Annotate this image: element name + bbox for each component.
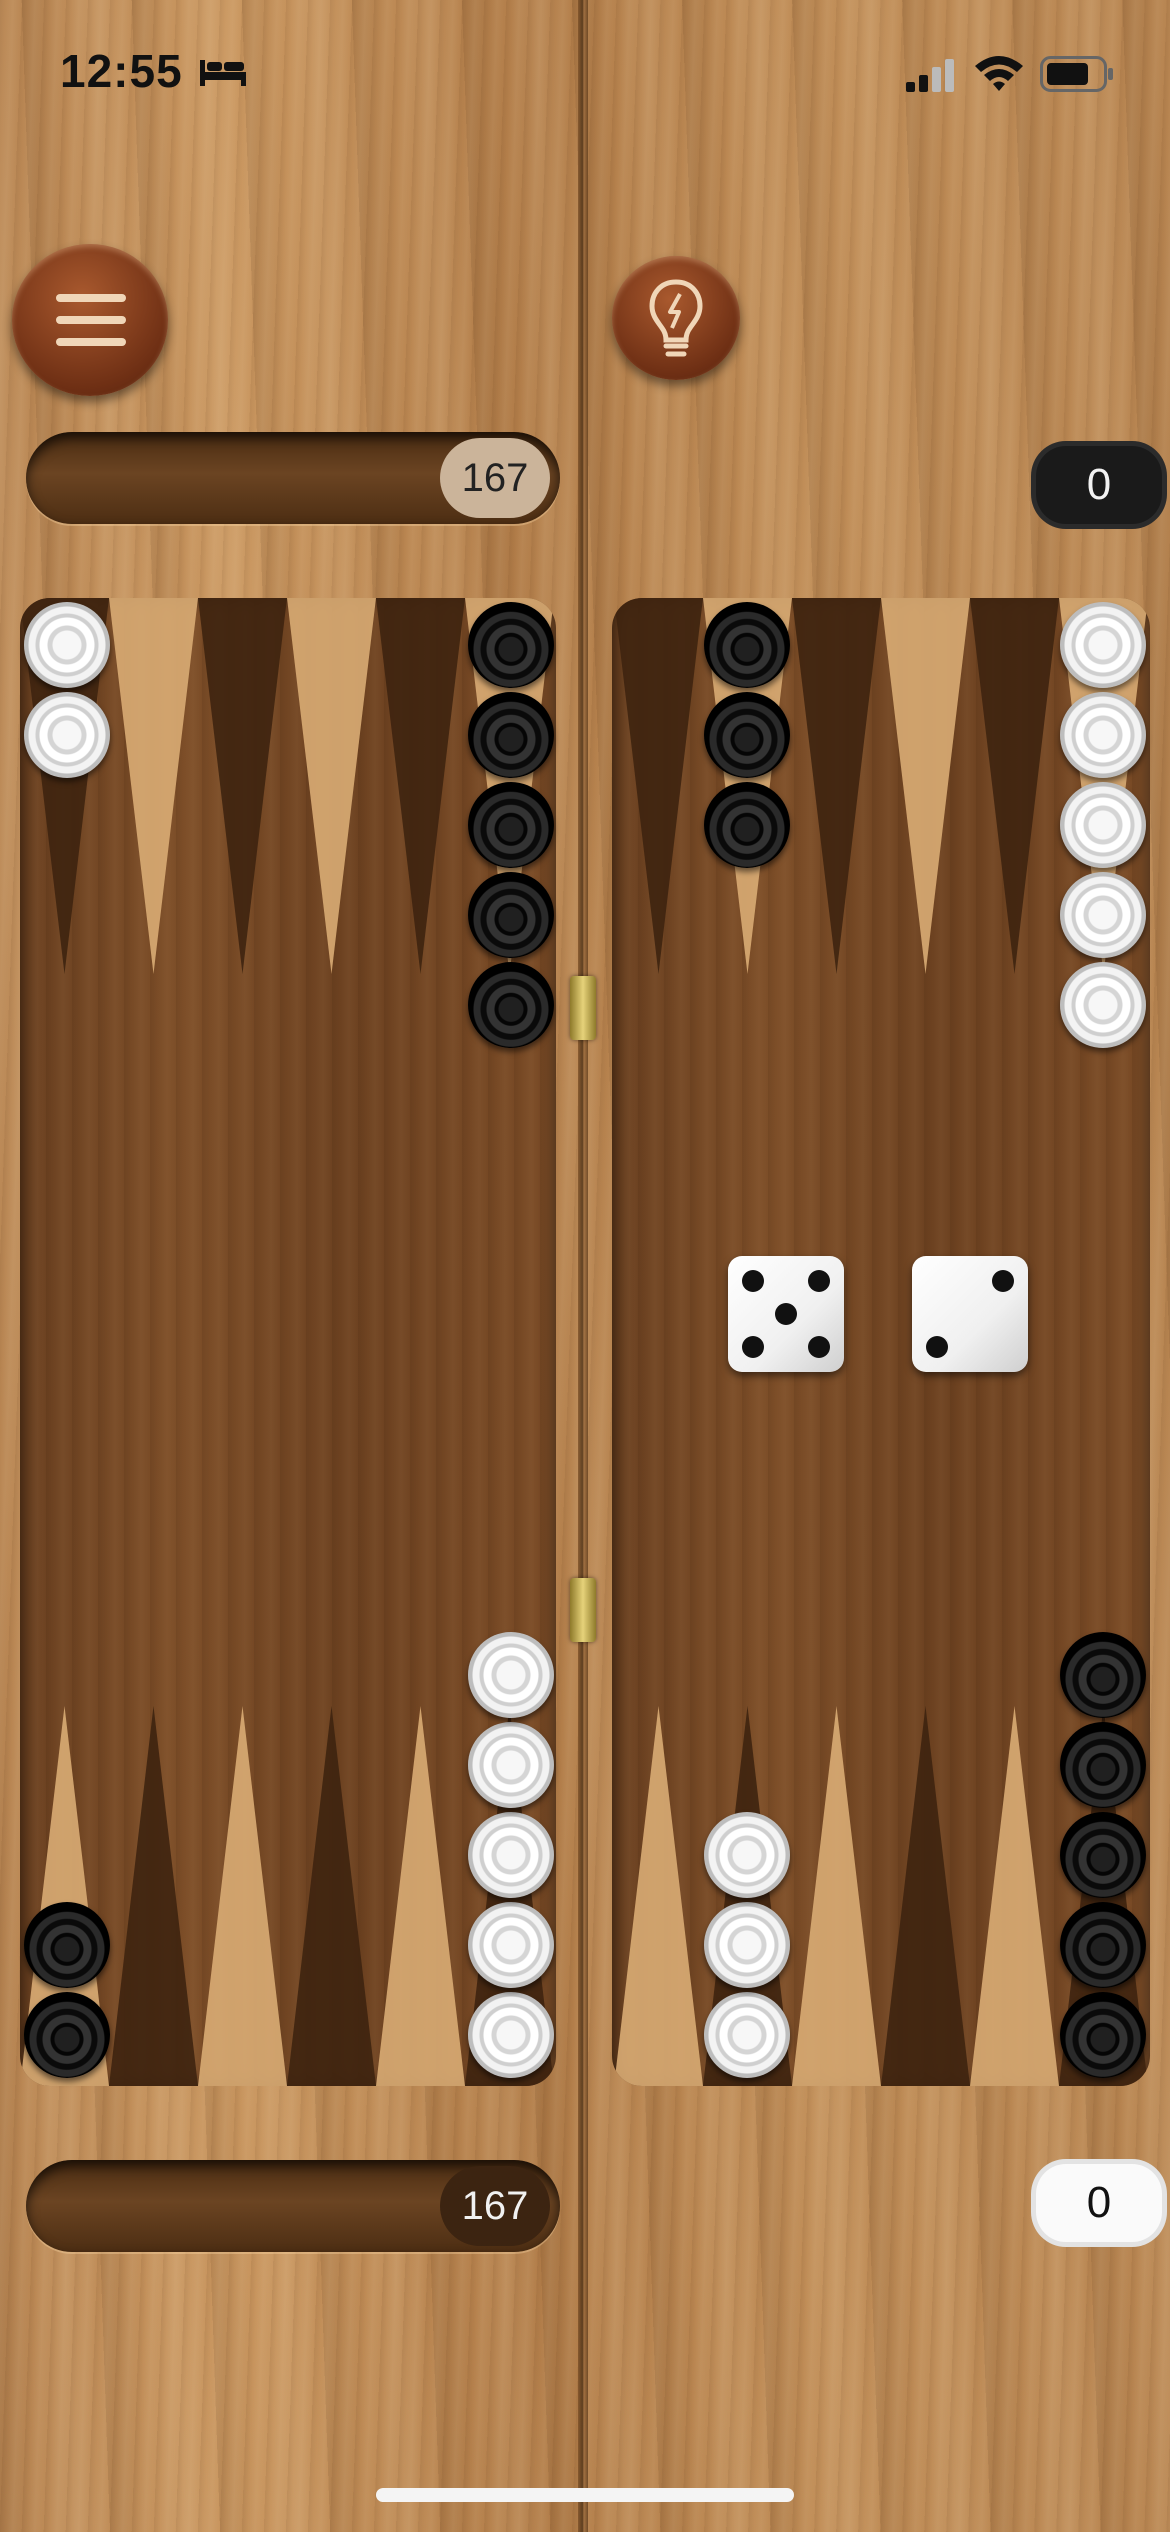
white-checker[interactable] (704, 1812, 790, 1898)
board-point[interactable] (376, 1706, 465, 2086)
board-hinge (570, 1578, 596, 1642)
bottom-score: 0 (1036, 2164, 1162, 2242)
white-checker[interactable] (704, 1902, 790, 1988)
black-checker[interactable] (468, 872, 554, 958)
board-point[interactable] (376, 598, 465, 974)
black-checker[interactable] (1060, 1632, 1146, 1718)
black-checker[interactable] (704, 602, 790, 688)
black-checker[interactable] (468, 782, 554, 868)
board-point[interactable] (198, 1706, 287, 2086)
bed-icon (198, 56, 248, 88)
signal-icon (906, 58, 958, 92)
lightbulb-icon (649, 279, 703, 357)
black-checker[interactable] (24, 1902, 110, 1988)
board-point[interactable] (792, 598, 881, 974)
white-checker[interactable] (1060, 962, 1146, 1048)
white-checker[interactable] (1060, 782, 1146, 868)
white-checker[interactable] (468, 1812, 554, 1898)
white-checker[interactable] (1060, 872, 1146, 958)
battery-icon (1040, 56, 1114, 92)
wifi-icon (972, 52, 1026, 92)
bottom-pip-count: 167 (440, 2166, 550, 2246)
white-checker[interactable] (468, 1902, 554, 1988)
die-pip (742, 1270, 764, 1292)
board-point[interactable] (970, 1706, 1059, 2086)
white-checker[interactable] (24, 602, 110, 688)
menu-button[interactable] (12, 244, 168, 396)
black-checker[interactable] (468, 692, 554, 778)
white-checker[interactable] (468, 1722, 554, 1808)
black-checker[interactable] (1060, 1992, 1146, 2078)
board-point[interactable] (792, 1706, 881, 2086)
hint-button[interactable] (612, 256, 740, 380)
black-checker[interactable] (1060, 1902, 1146, 1988)
die-pip (742, 1336, 764, 1358)
die-pip (808, 1336, 830, 1358)
status-time: 12:55 (60, 45, 183, 97)
black-checker[interactable] (1060, 1812, 1146, 1898)
white-checker[interactable] (1060, 692, 1146, 778)
top-pip-tray: 167 (26, 432, 560, 524)
board-point[interactable] (970, 598, 1059, 974)
board-point[interactable] (881, 1706, 970, 2086)
die-1[interactable] (728, 1256, 844, 1372)
board-point[interactable] (287, 598, 376, 974)
home-indicator[interactable] (376, 2488, 794, 2502)
black-checker[interactable] (704, 782, 790, 868)
board-point[interactable] (109, 1706, 198, 2086)
board-point[interactable] (198, 598, 287, 974)
top-pip-count: 167 (440, 438, 550, 518)
die-pip (808, 1270, 830, 1292)
die-pip (926, 1336, 948, 1358)
black-checker[interactable] (704, 692, 790, 778)
black-checker[interactable] (1060, 1722, 1146, 1808)
board-point[interactable] (287, 1706, 376, 2086)
board-point[interactable] (109, 598, 198, 974)
white-checker[interactable] (704, 1992, 790, 2078)
board-point[interactable] (881, 598, 970, 974)
white-checker[interactable] (468, 1992, 554, 2078)
bottom-pip-tray: 167 (26, 2160, 560, 2252)
die-pip (775, 1303, 797, 1325)
black-checker[interactable] (24, 1992, 110, 2078)
board-point[interactable] (614, 1706, 703, 2086)
board-point[interactable] (614, 598, 703, 974)
white-checker[interactable] (1060, 602, 1146, 688)
die-2[interactable] (912, 1256, 1028, 1372)
board-hinge (570, 976, 596, 1040)
center-divider (578, 0, 588, 2532)
die-pip (992, 1270, 1014, 1292)
white-checker[interactable] (24, 692, 110, 778)
black-checker[interactable] (468, 602, 554, 688)
top-score: 0 (1036, 446, 1162, 524)
black-checker[interactable] (468, 962, 554, 1048)
white-checker[interactable] (468, 1632, 554, 1718)
